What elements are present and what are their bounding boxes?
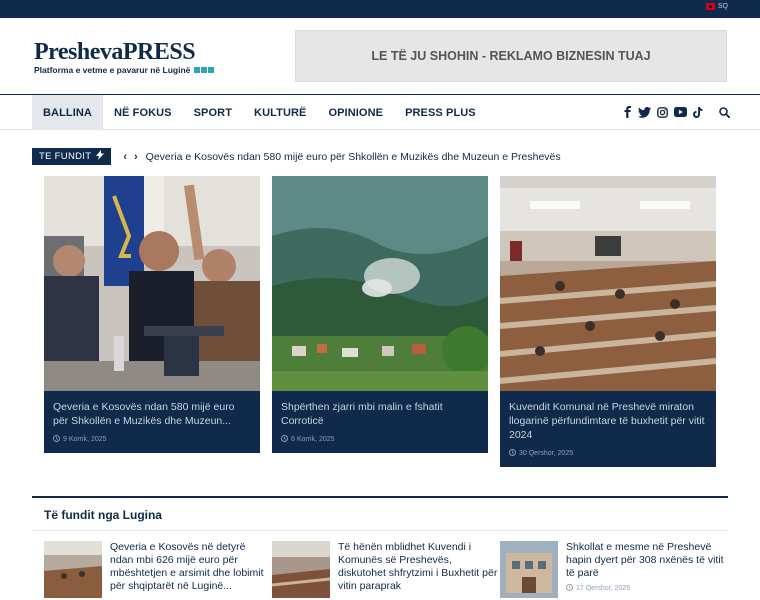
logo-tagline-text: Platforma e vetme e pavarur në Luginë: [34, 65, 191, 75]
clock-icon: [281, 435, 288, 444]
clock-icon: [566, 584, 573, 593]
section-title: Të fundit nga Lugina: [44, 508, 162, 522]
featured-image-fire[interactable]: [272, 176, 488, 391]
latest-thumbnail[interactable]: [500, 541, 558, 598]
latest-item[interactable]: Shkollat e mesme në Preshevë hapin dyert…: [500, 541, 726, 598]
lightning-icon: [96, 150, 105, 163]
featured-card-date-text: 30 Qershor, 2025: [519, 450, 574, 457]
ticker-label-text: TE FUNDIT: [39, 151, 92, 162]
nav-item-opinione[interactable]: OPINIONE: [317, 95, 394, 130]
nav-item-sport[interactable]: SPORT: [183, 95, 243, 130]
top-bar: SQ: [0, 0, 760, 18]
tiktok-icon[interactable]: [693, 106, 703, 118]
main-navigation: BALLINA NË FOKUS SPORT KULTURË OPINIONE …: [0, 94, 760, 130]
instagram-icon[interactable]: [657, 106, 668, 118]
section-underline: [32, 530, 728, 531]
featured-card-date-text: 9 Korrik, 2025: [63, 436, 107, 443]
latest-item-title[interactable]: Shkollat e mesme në Preshevë hapin dyert…: [566, 541, 726, 580]
ad-banner[interactable]: LE TË JU SHOHIN - REKLAMO BIZNESIN TUAJ: [295, 30, 727, 82]
latest-item[interactable]: Të hënën mblidhet Kuvendi i Komunës së P…: [272, 541, 498, 598]
featured-card-date-text: 6 Korrik, 2025: [291, 436, 335, 443]
latest-item-title[interactable]: Të hënën mblidhet Kuvendi i Komunës së P…: [338, 541, 498, 593]
ticker-next-icon[interactable]: ›: [134, 151, 138, 163]
language-switch[interactable]: SQ: [705, 3, 728, 10]
twitter-icon[interactable]: [638, 106, 651, 118]
search-icon[interactable]: [719, 106, 730, 118]
news-ticker: TE FUNDIT ‹ › Qeveria e Kosovës ndan 580…: [32, 148, 561, 165]
latest-item-date-text: 17 Qershor, 2025: [576, 585, 631, 592]
latest-thumbnail[interactable]: [272, 541, 330, 598]
logo-tagline: Platforma e vetme e pavarur në Luginë: [34, 65, 215, 75]
clock-icon: [509, 449, 516, 458]
nav-item-press-plus[interactable]: PRESS PLUS: [394, 95, 487, 130]
featured-card[interactable]: Kuvendit Komunal në Preshevë miraton llo…: [500, 176, 716, 467]
ticker-prev-icon[interactable]: ‹: [123, 151, 127, 163]
ticker-headline[interactable]: Qeveria e Kosovës ndan 580 mijë euro për…: [146, 151, 561, 163]
featured-image-meeting[interactable]: [44, 176, 260, 391]
logo-name: PreshevaPRESS: [34, 39, 196, 65]
latest-item[interactable]: Qeveria e Kosovës në detyrë ndan mbi 626…: [44, 541, 270, 598]
latest-item-date: 17 Qershor, 2025: [566, 584, 726, 593]
featured-card-title[interactable]: Shpërthen zjarri mbi malin e fshatit Cor…: [272, 391, 488, 428]
latest-thumbnail[interactable]: [44, 541, 102, 598]
nav-item-kulture[interactable]: KULTURË: [243, 95, 317, 130]
featured-card[interactable]: Shpërthen zjarri mbi malin e fshatit Cor…: [272, 176, 488, 453]
albanian-flag-icon: [705, 3, 715, 10]
ad-banner-text: LE TË JU SHOHIN - REKLAMO BIZNESIN TUAJ: [371, 49, 651, 63]
featured-card-date: 6 Korrik, 2025: [272, 428, 488, 453]
nav-item-ne-fokus[interactable]: NË FOKUS: [103, 95, 183, 130]
logo-squares-icon: [193, 65, 215, 75]
clock-icon: [53, 435, 60, 444]
featured-card-date: 9 Korrik, 2025: [44, 428, 260, 453]
language-label: SQ: [717, 3, 728, 10]
section-divider: [32, 496, 728, 498]
nav-item-ballina[interactable]: BALLINA: [32, 95, 103, 130]
featured-card[interactable]: Qeveria e Kosovës ndan 580 mijë euro për…: [44, 176, 260, 453]
site-logo[interactable]: PreshevaPRESS Platforma e vetme e pavaru…: [34, 39, 215, 75]
featured-card-title[interactable]: Kuvendit Komunal në Preshevë miraton llo…: [500, 391, 716, 442]
youtube-icon[interactable]: [674, 107, 687, 117]
ticker-label: TE FUNDIT: [32, 148, 112, 165]
facebook-icon[interactable]: [623, 106, 632, 118]
featured-card-date: 30 Qershor, 2025: [500, 442, 716, 467]
latest-item-title[interactable]: Qeveria e Kosovës në detyrë ndan mbi 626…: [110, 541, 270, 593]
featured-image-assembly[interactable]: [500, 176, 716, 391]
featured-card-title[interactable]: Qeveria e Kosovës ndan 580 mijë euro për…: [44, 391, 260, 428]
